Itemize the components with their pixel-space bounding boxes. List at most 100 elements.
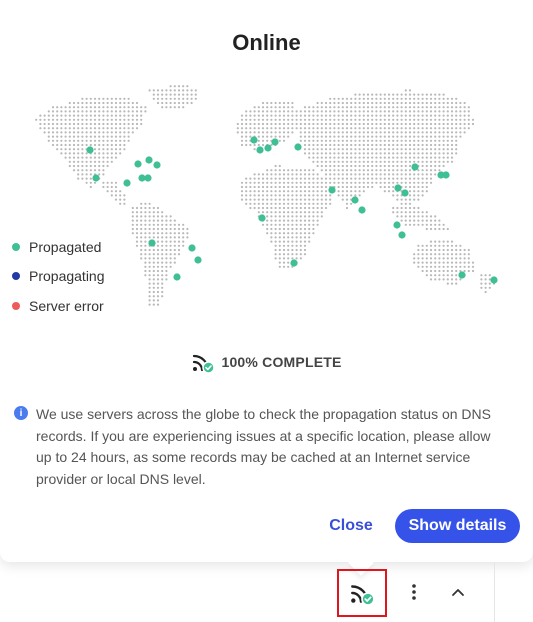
collapse-button[interactable]: [447, 580, 469, 604]
map-dot: [102, 114, 105, 117]
map-dot: [421, 110, 424, 113]
map-dot: [308, 148, 311, 151]
map-dot: [85, 106, 88, 109]
map-dot: [282, 265, 286, 268]
map-dot: [425, 190, 428, 193]
map-dot: [253, 114, 256, 117]
legend-label: Server error: [29, 297, 104, 314]
map-dot: [434, 122, 437, 126]
map-dot: [282, 190, 286, 193]
map-dot: [425, 253, 428, 256]
map-dot: [270, 194, 273, 197]
map-dot: [442, 101, 445, 105]
map-dot: [236, 131, 239, 134]
map-dot: [278, 223, 281, 226]
map-dot: [429, 118, 433, 121]
map-dot: [287, 202, 290, 205]
map-dot: [371, 181, 374, 184]
map-dot: [51, 127, 55, 130]
map-dot: [106, 106, 109, 109]
map-dot: [333, 156, 336, 159]
map-dot: [480, 282, 483, 285]
map-dot: [379, 173, 382, 176]
map-dot: [110, 194, 113, 197]
map-dot: [131, 219, 134, 222]
map-dot: [240, 190, 244, 193]
map-dot: [442, 261, 445, 264]
map-dot: [236, 127, 239, 130]
map-dot: [114, 198, 118, 201]
map-dot: [89, 101, 92, 105]
map-dot: [287, 215, 290, 218]
map-dot: [371, 152, 374, 155]
map-dot: [438, 156, 441, 159]
map-dot: [119, 101, 122, 105]
map-dot: [156, 261, 160, 264]
map-dot: [417, 261, 420, 264]
map-dot: [438, 278, 441, 281]
map-dot: [144, 240, 147, 243]
map-dot: [81, 156, 84, 159]
map-dot: [446, 152, 449, 155]
map-dot: [56, 148, 59, 151]
map-dot: [299, 215, 302, 218]
map-dot: [64, 143, 67, 147]
map-dot: [417, 244, 420, 247]
map-dot: [194, 97, 197, 100]
map-dot: [173, 240, 176, 243]
dns-propagation-button[interactable]: [337, 569, 387, 617]
map-dot: [123, 110, 126, 113]
map-dot: [257, 177, 260, 180]
map-dot: [337, 148, 340, 151]
map-dot: [140, 232, 143, 235]
map-dot: [358, 93, 361, 96]
map-dot: [375, 97, 378, 100]
map-dot: [64, 148, 67, 151]
map-dot: [152, 97, 155, 100]
map-dot: [413, 257, 416, 260]
map-dot: [177, 253, 181, 256]
map-dot: [169, 89, 172, 92]
map-dot: [156, 244, 160, 247]
map-dot: [417, 185, 420, 189]
map-dot: [337, 114, 340, 117]
map-dot: [442, 131, 445, 134]
map-dot: [308, 106, 311, 109]
map-dot: [345, 177, 349, 180]
more-options-button[interactable]: [403, 580, 425, 604]
map-dot: [291, 127, 294, 130]
map-dot: [161, 265, 164, 268]
map-dot: [341, 194, 344, 197]
map-dot: [434, 265, 437, 268]
map-dot: [156, 227, 160, 231]
map-dot: [375, 156, 378, 159]
map-dot: [438, 101, 441, 105]
map-dot: [127, 131, 130, 134]
map-dot: [261, 131, 265, 134]
map-dot: [337, 173, 340, 176]
map-dot: [282, 185, 286, 189]
map-dot: [455, 97, 458, 100]
map-dot: [358, 97, 361, 100]
map-dot: [341, 164, 344, 168]
server-location-marker: [411, 163, 419, 171]
map-dot: [350, 97, 353, 100]
map-dot: [341, 97, 344, 100]
info-note: i We use servers across the globe to che…: [14, 404, 514, 490]
map-dot: [320, 118, 323, 121]
map-dot: [438, 97, 441, 100]
map-dot: [169, 261, 172, 264]
map-dot: [110, 160, 113, 163]
show-details-button[interactable]: Show details: [395, 509, 520, 543]
close-button[interactable]: Close: [320, 510, 382, 542]
map-dot: [165, 232, 168, 235]
map-dot: [274, 236, 277, 239]
map-dot: [287, 223, 290, 226]
map-dot: [299, 244, 302, 247]
map-dot: [425, 118, 428, 121]
map-dot: [362, 135, 365, 138]
map-dot: [161, 257, 164, 260]
map-dot: [312, 118, 315, 121]
map-dot: [299, 185, 302, 189]
map-dot: [165, 101, 168, 105]
